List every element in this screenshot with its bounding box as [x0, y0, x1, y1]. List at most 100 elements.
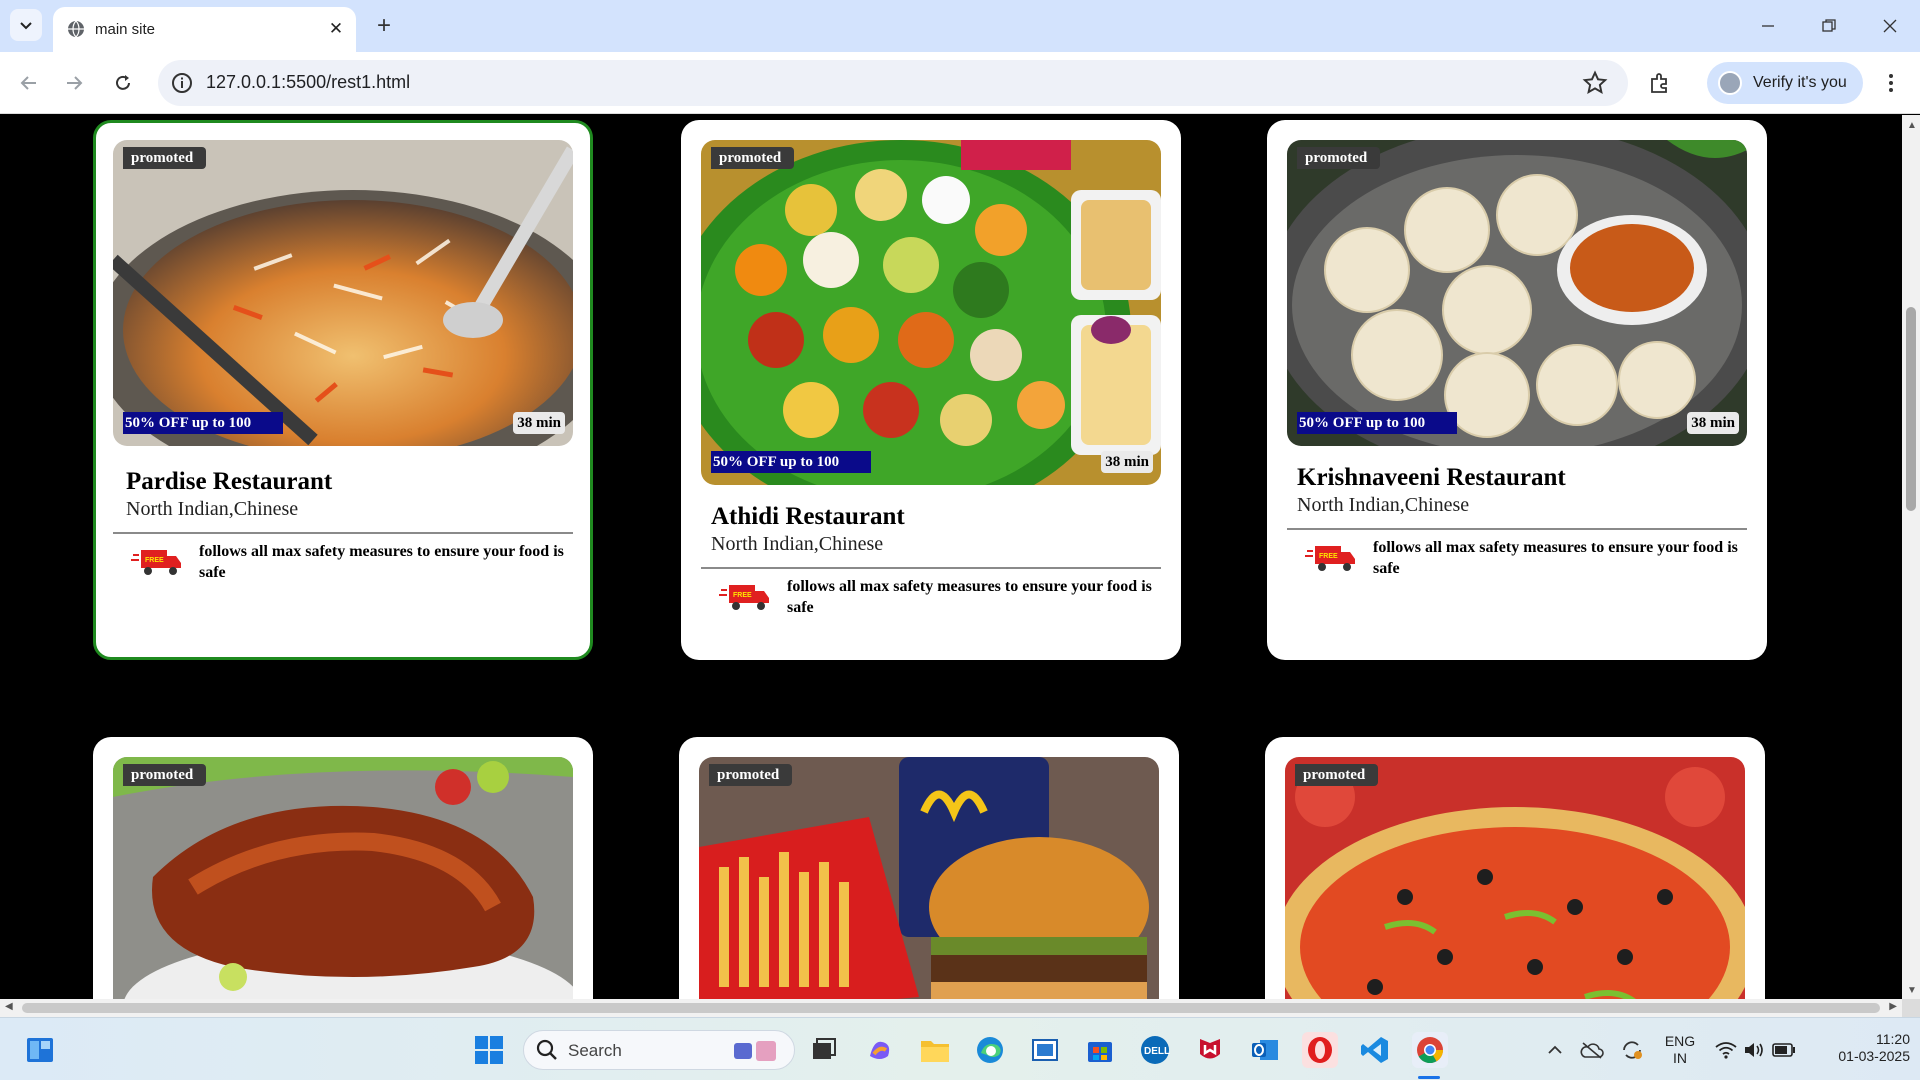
chrome-icon[interactable]: [1412, 1032, 1448, 1068]
promoted-badge: promoted: [123, 147, 207, 169]
restaurant-name[interactable]: Krishnaveeni Restaurant: [1297, 464, 1566, 492]
pizza-image: [1285, 757, 1745, 999]
food-image: promoted: [1285, 757, 1745, 999]
horizontal-scroll-thumb[interactable]: [22, 1003, 1880, 1013]
food-image: promoted: [113, 757, 573, 999]
promoted-badge: promoted: [1297, 147, 1381, 169]
profile-button[interactable]: Verify it's you: [1707, 62, 1863, 104]
restaurant-card[interactable]: promoted: [93, 737, 593, 999]
dell-icon[interactable]: DELL: [1137, 1032, 1173, 1068]
window-close-icon[interactable]: [1876, 12, 1904, 40]
plus-icon[interactable]: +: [370, 12, 398, 40]
language-indicator[interactable]: ENG IN: [1660, 1033, 1700, 1067]
promoted-badge: promoted: [709, 764, 793, 786]
thali-image: [701, 140, 1161, 485]
restaurant-name[interactable]: Athidi Restaurant: [711, 503, 905, 531]
file-explorer-icon[interactable]: [917, 1032, 953, 1068]
food-image: promoted: [699, 757, 1159, 999]
restaurant-card[interactable]: promoted 50% OFF up to 100 38 min Athidi…: [681, 120, 1181, 660]
opera-icon[interactable]: [1302, 1032, 1338, 1068]
outlook-icon[interactable]: [1247, 1032, 1283, 1068]
promoted-badge: promoted: [711, 147, 795, 169]
task-view-icon[interactable]: [806, 1032, 842, 1068]
back-icon[interactable]: [12, 66, 46, 100]
search-highlight-icon: [734, 1041, 776, 1061]
close-icon[interactable]: ✕: [324, 17, 348, 41]
sync-icon[interactable]: [1614, 1032, 1650, 1068]
delivery-time-badge: 38 min: [513, 412, 565, 434]
widgets-icon[interactable]: [22, 1032, 58, 1068]
delivery-truck-icon: FREE: [719, 585, 769, 610]
promoted-badge: promoted: [1295, 764, 1379, 786]
delivery-truck-icon: FREE: [1305, 546, 1355, 571]
vertical-scrollbar[interactable]: ▲ ▼: [1902, 115, 1920, 999]
star-icon[interactable]: [1582, 70, 1608, 96]
url-text[interactable]: 127.0.0.1:5500/rest1.html: [206, 72, 410, 93]
mcafee-icon[interactable]: [1192, 1032, 1228, 1068]
svg-text:FREE: FREE: [733, 592, 752, 599]
minimize-icon[interactable]: [1754, 12, 1782, 40]
scroll-left-arrow[interactable]: ◀: [5, 1001, 13, 1012]
search-icon: [536, 1039, 557, 1060]
tab-search-button[interactable]: [10, 9, 42, 41]
language-region: IN: [1673, 1050, 1687, 1066]
offer-badge: 50% OFF up to 100: [1297, 412, 1457, 434]
biryani-image: [113, 140, 573, 446]
restaurant-cuisine: North Indian,Chinese: [126, 498, 299, 520]
windows-start-icon[interactable]: [471, 1032, 507, 1068]
forward-icon[interactable]: [57, 66, 91, 100]
tab-title: main site: [95, 21, 156, 38]
restaurant-name[interactable]: Pardise Restaurant: [126, 468, 332, 496]
reload-icon[interactable]: [106, 66, 140, 100]
divider: [113, 532, 573, 534]
food-image: promoted 50% OFF up to 100 38 min: [1287, 140, 1747, 446]
tandoori-chicken-image: [113, 757, 573, 999]
active-tab[interactable]: main site ✕: [53, 7, 356, 52]
safety-text: follows all max safety measures to ensur…: [787, 578, 1152, 616]
battery-icon[interactable]: [1766, 1032, 1802, 1068]
browser-toolbar: 127.0.0.1:5500/rest1.html Verify it's yo…: [0, 52, 1920, 114]
vertical-scroll-thumb[interactable]: [1906, 307, 1916, 511]
svg-text:FREE: FREE: [1319, 553, 1338, 560]
extensions-icon[interactable]: [1643, 66, 1677, 100]
restaurant-card[interactable]: promoted 50% OFF up to 100 38 min Pardis…: [93, 120, 593, 660]
page-viewport: promoted 50% OFF up to 100 38 min Pardis…: [0, 115, 1902, 999]
delivery-truck-icon: FREE: [131, 550, 181, 575]
restaurant-card[interactable]: promoted 50% OFF up to 100 38 min Krishn…: [1267, 120, 1767, 660]
taskbar: Search DELL ENG IN 11:20 01-03-2025: [0, 1017, 1920, 1080]
restaurant-card[interactable]: promoted: [679, 737, 1179, 999]
horizontal-scrollbar[interactable]: ◀ ▶: [0, 999, 1902, 1017]
clock[interactable]: 11:20 01-03-2025: [1810, 1031, 1910, 1065]
store-icon[interactable]: [1082, 1032, 1118, 1068]
avatar: [1718, 71, 1742, 95]
site-info-icon[interactable]: [170, 71, 194, 95]
address-bar[interactable]: 127.0.0.1:5500/rest1.html: [158, 60, 1628, 106]
onedrive-icon[interactable]: [1574, 1032, 1610, 1068]
profile-label: Verify it's you: [1753, 74, 1847, 91]
vscode-icon[interactable]: [1357, 1032, 1393, 1068]
divider: [1287, 528, 1747, 530]
scroll-down-arrow[interactable]: ▼: [1907, 985, 1917, 996]
delivery-time-badge: 38 min: [1101, 451, 1153, 473]
restaurant-cuisine: North Indian,Chinese: [1297, 494, 1470, 516]
taskbar-search[interactable]: Search: [523, 1030, 795, 1070]
delivery-time-badge: 38 min: [1687, 412, 1739, 434]
restaurant-cuisine: North Indian,Chinese: [711, 533, 884, 555]
scroll-right-arrow[interactable]: ▶: [1889, 1001, 1897, 1012]
offer-badge: 50% OFF up to 100: [711, 451, 871, 473]
app-icon[interactable]: [1027, 1032, 1063, 1068]
safety-text: follows all max safety measures to ensur…: [1373, 539, 1738, 577]
restaurant-card[interactable]: promoted: [1265, 737, 1765, 999]
svg-text:FREE: FREE: [145, 557, 164, 564]
more-icon[interactable]: [1876, 66, 1906, 100]
globe-icon: [68, 20, 84, 38]
copilot-icon[interactable]: [862, 1032, 898, 1068]
chevron-up-icon[interactable]: [1537, 1032, 1573, 1068]
scroll-up-arrow[interactable]: ▲: [1907, 120, 1917, 131]
divider: [701, 567, 1161, 569]
chevron-down-icon: [20, 22, 32, 30]
edge-icon[interactable]: [972, 1032, 1008, 1068]
promoted-badge: promoted: [123, 764, 207, 786]
restore-icon[interactable]: [1815, 12, 1843, 40]
svg-text:DELL: DELL: [1144, 1046, 1170, 1057]
